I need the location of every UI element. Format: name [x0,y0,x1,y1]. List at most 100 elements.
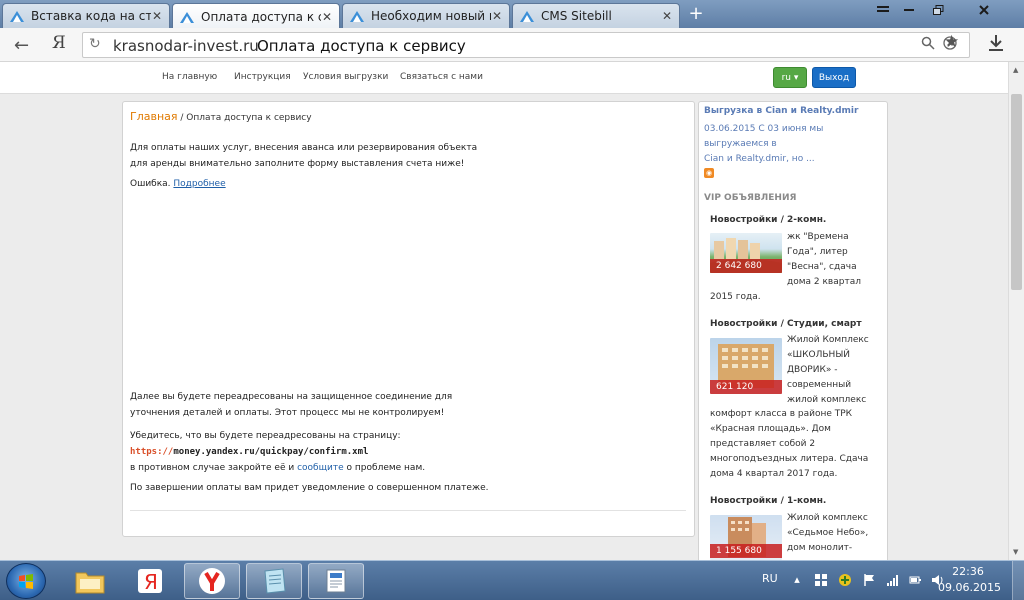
windows-logo-icon [19,574,33,589]
scrollbar-thumb[interactable] [1011,94,1022,290]
taskbar-yandex-browser[interactable]: Я [122,563,178,599]
show-desktop-button[interactable] [1012,561,1024,600]
nav-link-instruction[interactable]: Инструкция [234,72,291,82]
download-icon[interactable] [988,34,1004,52]
page-scrollbar[interactable]: ▲ ▼ [1008,62,1024,560]
menu-icon[interactable] [874,0,892,19]
tab-label: Оплата доступа к серв [201,9,321,24]
nav-link-upload-terms[interactable]: Условия выгрузки [303,72,388,82]
divider [130,510,686,511]
restore-button[interactable] [924,0,953,19]
tab-close-icon[interactable]: ✕ [151,9,163,23]
close-window-button[interactable] [954,0,1014,19]
windows-flag-icon[interactable] [814,573,828,587]
address-page-title: Оплата доступа к сервису [257,37,466,55]
tab-close-icon[interactable]: ✕ [661,9,673,23]
listing-description: Жилой Комплекс «ШКОЛЬНЫЙ ДВОРИК» - совре… [787,333,869,408]
desc-line: современный [787,380,852,390]
back-arrow-icon[interactable]: ← [14,35,29,56]
news-text-2[interactable]: Cian и Realty.dmir, но ... [704,154,815,164]
else-prefix: в противном случае закройте её и [130,463,298,473]
scroll-down-icon[interactable]: ▼ [1013,548,1018,556]
desc-line: представляет собой 2 [710,439,816,449]
tab-cms-sitebill[interactable]: CMS Sitebill ✕ [512,3,680,28]
nav-link-contact[interactable]: Связаться с нами [400,72,483,82]
bookmark-star-icon[interactable]: ★ [944,32,959,52]
tab-oplata-dostupa[interactable]: Оплата доступа к серв ✕ [172,3,340,29]
start-button[interactable] [6,563,46,599]
report-problem-link[interactable]: сообщите [297,463,344,473]
intro-line-1: Для оплаты наших услуг, внесения аванса … [130,143,478,153]
search-icon[interactable] [921,36,935,50]
new-tab-button[interactable]: + [686,5,706,24]
desc-line: Жилой Комплекс [787,335,869,345]
taskbar-explorer[interactable] [62,563,118,599]
listing-photo[interactable]: 1 155 680 [710,515,782,560]
desc-line: Года", литер [787,247,848,257]
breadcrumb-current: Оплата доступа к сервису [186,113,312,123]
scroll-up-icon[interactable]: ▲ [1013,66,1018,74]
redirect-line-2: уточнения деталей и оплаты. Этот процесс… [130,408,445,418]
desc-line: жилой комплекс [787,395,867,405]
taskbar-notepad[interactable] [246,563,302,599]
news-summary: 03.06.2015 С 03 июня мы выгружаемся в Ci… [704,122,882,167]
error-label: Ошибка. [130,179,171,189]
folder-icon [75,572,105,594]
clock-time: 22:36 [952,565,984,578]
yandex-icon: Я [138,569,162,594]
desc-line: "Весна", сдача [787,262,857,272]
action-center-flag-icon[interactable] [862,573,876,587]
tray-expand-icon[interactable]: ▴ [790,573,804,587]
svg-text:Я: Я [144,570,158,594]
nav-link-home[interactable]: На главную [162,72,217,82]
listing-description: жк "Времена Года", литер "Весна", сдача … [787,230,861,290]
reload-icon[interactable]: ↻ [89,36,101,52]
tab-close-icon[interactable]: ✕ [321,10,333,24]
language-indicator[interactable]: RU [762,572,778,585]
tab-vstavka-koda[interactable]: Вставка кода на стра ✕ [2,3,170,28]
listing-price: 2 642 680 [710,259,782,273]
yandex-logo-icon[interactable]: Я [52,33,66,53]
breadcrumb-home-link[interactable]: Главная [130,110,178,123]
listing-category[interactable]: Новостройки / 2-комн. [710,215,826,225]
breadcrumb-separator: / [177,113,187,123]
listing-photo[interactable]: 2 642 680 [710,233,782,273]
system-clock[interactable]: 22:36 09.06.2015 [938,564,1001,596]
tab-neobhodim[interactable]: Необходим новый мо ✕ [342,3,510,28]
error-message: Ошибка. Подробнее [130,176,226,192]
logout-button[interactable]: Выход [812,67,856,88]
listing-photo[interactable]: 621 120 [710,338,782,394]
redirect-notice: Далее вы будете переадресованы на защище… [130,389,452,421]
network-signal-icon[interactable] [886,573,900,587]
listing-category[interactable]: Новостройки / Студии, смарт [710,319,862,329]
desc-line: Жилой комплекс [787,513,868,523]
address-bar[interactable]: ↻ krasnodar-invest.ru Оплата доступа к с… [82,32,970,58]
listing-price: 1 155 680 [710,544,782,558]
windows-taskbar: Я RU ▴ [0,560,1024,600]
desc-line: жк "Времена [787,232,849,242]
language-dropdown-button[interactable]: ru ▾ [773,67,807,88]
redirect-line-1: Далее вы будете переадресованы на защище… [130,392,453,402]
site-header: На главную Инструкция Условия выгрузки С… [0,62,1008,94]
site-favicon-icon [180,11,194,23]
minimize-button[interactable] [894,0,923,19]
desc-line: дома 2 квартал [787,277,861,287]
browser-toolbar: ← Я ↻ krasnodar-invest.ru Оплата доступа… [0,28,1024,62]
payment-url: https://money.yandex.ru/quickpay/confirm… [130,444,425,460]
desc-line: ДВОРИК» - [787,365,838,375]
listing-category[interactable]: Новостройки / 1-комн. [710,496,826,506]
vip-section-title: VIP ОБЪЯВЛЕНИЯ [704,193,797,203]
desc-line: «Красная площадь». Дом [710,424,831,434]
listing-price: 621 120 [710,380,782,394]
taskbar-yandex-active[interactable] [184,563,240,599]
news-date: 03.06.2015 [704,124,756,134]
power-battery-icon[interactable] [908,573,922,587]
security-shield-icon[interactable] [838,573,852,587]
url-check-notice: Убедитесь, что вы будете переадресованы … [130,428,425,476]
taskbar-document[interactable] [308,563,364,599]
rss-icon[interactable]: ◉ [704,168,714,178]
news-title-link[interactable]: Выгрузка в Cian и Realty.dmir [704,106,858,116]
error-details-link[interactable]: Подробнее [173,179,225,189]
address-domain: krasnodar-invest.ru [113,37,259,55]
tab-close-icon[interactable]: ✕ [491,9,503,23]
